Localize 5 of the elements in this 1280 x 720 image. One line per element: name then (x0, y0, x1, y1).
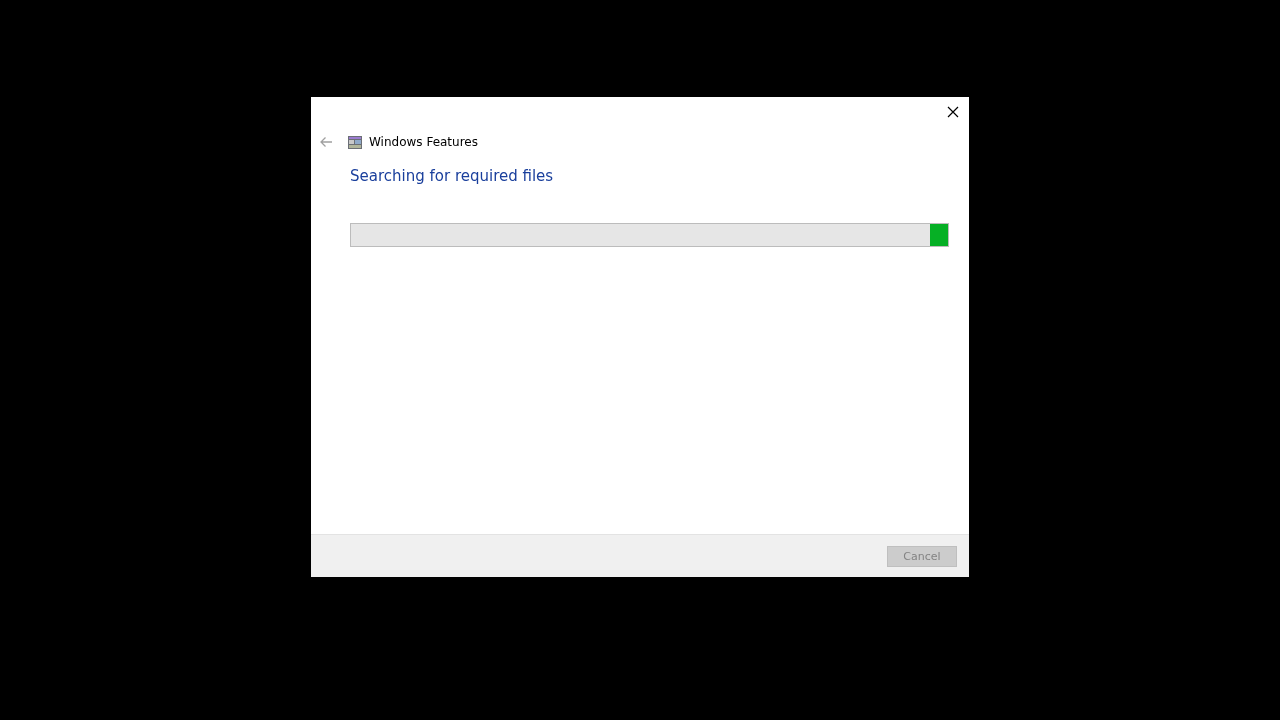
back-arrow-icon (319, 136, 333, 148)
window-features-icon (347, 134, 363, 150)
status-heading: Searching for required files (350, 167, 555, 185)
window-title: Windows Features (369, 135, 478, 149)
close-icon (947, 106, 959, 118)
